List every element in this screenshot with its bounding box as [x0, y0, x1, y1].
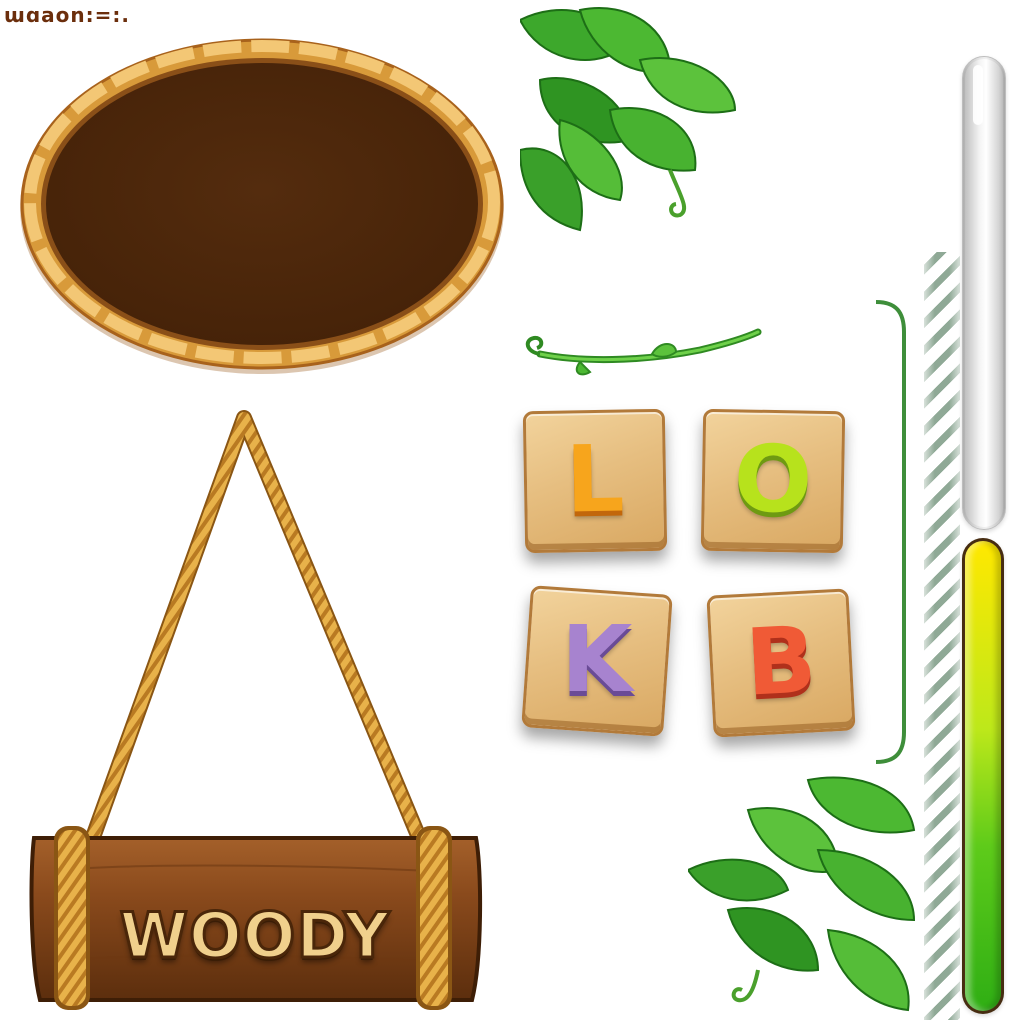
tile-letter: L — [564, 425, 626, 534]
letter-tile-k[interactable]: K — [521, 585, 673, 737]
oval-board — [20, 38, 504, 374]
letter-tile-b[interactable]: B — [706, 588, 856, 738]
oval-interior — [46, 63, 478, 345]
sign-rope — [84, 410, 428, 844]
tile-letter: K — [561, 606, 633, 714]
tile-letter: O — [732, 425, 814, 534]
glyph-strip: ɯɑaon:=:. — [4, 3, 130, 27]
tile-letter: B — [743, 606, 819, 717]
progress-bar-fill — [965, 541, 1001, 1011]
letter-tile-l[interactable]: L — [522, 408, 668, 554]
leaves-cluster-top — [520, 7, 737, 232]
progress-bar-filled — [962, 538, 1004, 1014]
letter-tile-o[interactable]: O — [700, 408, 846, 554]
hatched-bar — [924, 252, 960, 1020]
sign-title: WOODY — [118, 898, 391, 974]
frame-bracket — [875, 300, 906, 764]
leaves-cluster-bottom — [688, 776, 916, 1012]
progress-bar-empty — [962, 56, 1006, 530]
vine-branch — [525, 328, 762, 376]
